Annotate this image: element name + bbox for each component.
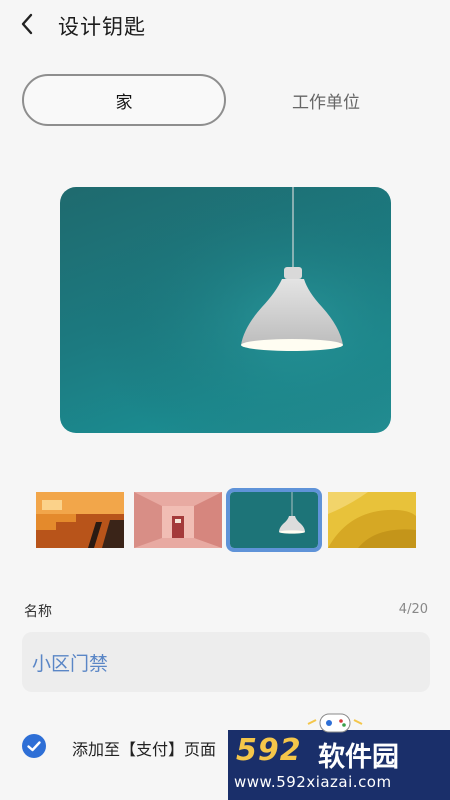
checkmark-icon [27, 741, 41, 752]
thumbnail-yellow-chair[interactable] [328, 492, 416, 548]
name-label: 名称 [24, 604, 52, 620]
pendant-lamp-image [60, 187, 391, 433]
watermark-url: www.592xiazai.com [234, 773, 392, 791]
chevron-left-icon [21, 13, 33, 35]
thumbnail-pendant-lamp[interactable] [226, 488, 322, 552]
tab-home[interactable]: 家 [22, 74, 226, 126]
watermark-brand-number: 592 [236, 733, 302, 768]
watermark-brand-text: 软件园 [318, 742, 399, 773]
page-title: 设计钥匙 [58, 15, 146, 39]
name-input-value: 小区门禁 [32, 652, 109, 675]
add-to-pay-checkbox[interactable] [22, 734, 46, 758]
pendant-lamp-thumb-image [230, 492, 318, 548]
name-char-count: 4/20 [398, 602, 428, 617]
add-to-pay-label: 添加至【支付】页面 [72, 740, 217, 759]
name-input[interactable]: 小区门禁 [22, 632, 430, 692]
gamepad-mascot-icon [307, 713, 363, 733]
tab-work[interactable]: 工作单位 [224, 74, 428, 126]
yellow-chair-image [328, 492, 416, 548]
hallway-image [134, 492, 222, 548]
staircase-image [36, 492, 124, 548]
key-preview-image [60, 187, 391, 433]
header: 设计钥匙 [0, 0, 450, 54]
thumbnail-pink-hallway[interactable] [134, 492, 222, 548]
thumbnail-orange-staircase[interactable] [36, 492, 124, 548]
back-button[interactable] [14, 10, 42, 38]
background-thumbnails [36, 488, 416, 552]
